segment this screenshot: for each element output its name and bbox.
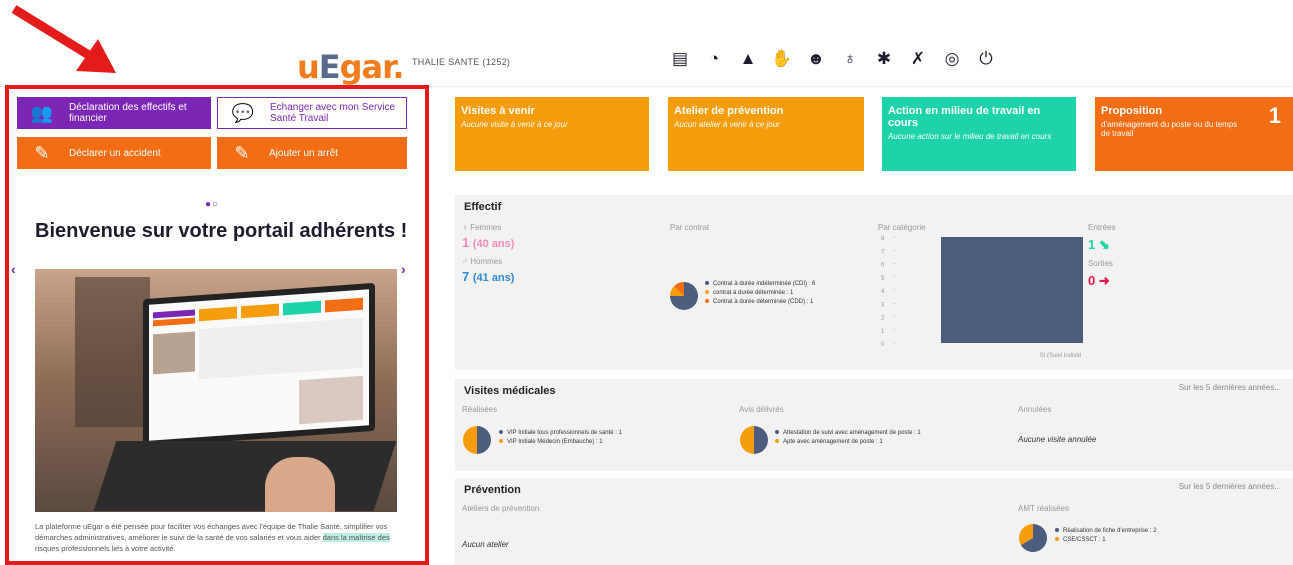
hand-icon[interactable]: ✋	[771, 49, 792, 69]
users-icon: 👥	[30, 102, 54, 123]
avis-label: Avis délivrés	[739, 405, 784, 414]
laptop-screen	[143, 282, 375, 448]
realisees-legend: VIP Initiale tous professionnels de sant…	[499, 429, 622, 447]
hands	[265, 457, 335, 512]
list-icon[interactable]: ▤	[670, 49, 690, 69]
y-tick-label: 8	[881, 236, 885, 242]
realisees-label: Réalisées	[462, 405, 498, 414]
stethoscope-icon[interactable]: ♁	[840, 49, 860, 69]
realisees-pie	[463, 426, 491, 454]
laptop-image	[35, 269, 397, 512]
carousel-next[interactable]: ›	[401, 261, 406, 277]
femmes-label: ♀ Femmes	[462, 223, 502, 232]
history-icon[interactable]: ◔	[704, 49, 724, 69]
sorties-value: 0 ➜	[1088, 273, 1110, 288]
contrat-legend: Contrat à durée indéterminée (CDI) : 6 co…	[705, 280, 815, 307]
x-tick-label: SI (Suivi Individ	[1040, 353, 1081, 359]
contrat-pie	[670, 282, 698, 310]
red-arrow-annotation	[11, 5, 116, 73]
ajouter-arret-button[interactable]: ✎ Ajouter un arrêt	[217, 137, 407, 169]
user-icon[interactable]: ◎	[942, 49, 962, 69]
y-tick-label: 5	[881, 276, 885, 282]
top-nav: ▤ ◔ ▲ ✋ ☻ ♁ ✱ ✗ ◎ ⏻	[670, 49, 996, 69]
y-tick-label: 6	[881, 263, 885, 269]
declaration-button[interactable]: 👥 Déclaration des effectifs et financier	[17, 97, 211, 129]
visites-section: Visites médicales Sur les 5 dernières an…	[455, 379, 1293, 471]
amt-label: AMT réalisées	[1018, 504, 1069, 513]
visites-more-link[interactable]: Sur les 5 dernières années...	[1179, 383, 1281, 392]
prevention-section: Prévention Sur les 5 dernières années...…	[455, 478, 1293, 565]
group-icon[interactable]: ☻	[806, 49, 826, 69]
chat-icon: 💬	[231, 102, 255, 123]
arrow-right-icon: ➜	[1098, 273, 1110, 288]
entrees-label: Entrées	[1088, 223, 1116, 232]
legend-item: Contrat à durée indéterminée (CDI) : 6	[705, 280, 815, 289]
sorties-label: Sorties	[1088, 259, 1113, 268]
amt-legend: Réalisation de fiche d'entreprise : 2 CS…	[1055, 527, 1157, 545]
laptop-keyboard	[93, 441, 397, 511]
annulees-empty: Aucune visite annulée	[1018, 435, 1097, 444]
effectif-section: Effectif ♀ Femmes 1 (40 ans) ♂ Hommes 7 …	[455, 195, 1293, 370]
entrees-value: 1 ⬊	[1088, 237, 1110, 252]
tile-atelier[interactable]: Atelier de prévention Aucun atelier à ve…	[668, 97, 864, 171]
y-tick-label: 0	[881, 342, 885, 348]
avis-legend: Attestation de suivi avec aménagement de…	[775, 429, 921, 447]
prevention-more-link[interactable]: Sur les 5 dernières années...	[1179, 482, 1281, 491]
hommes-label: ♂ Hommes	[462, 257, 503, 266]
hommes-value: 7 (41 ans)	[462, 269, 515, 284]
y-tick-label: 7	[881, 249, 885, 255]
y-tick-label: 2	[881, 316, 885, 322]
effectif-title: Effectif	[464, 201, 502, 213]
y-tick-label: 3	[881, 302, 885, 308]
y-tick-label: 1	[881, 329, 885, 335]
par-contrat-label: Par contrat	[670, 223, 710, 232]
amt-pie	[1019, 524, 1047, 552]
cone-icon[interactable]: ▲	[738, 49, 758, 69]
ateliers-empty: Aucun atelier	[462, 540, 509, 549]
ateliers-label: Ateliers de prévention	[462, 504, 540, 513]
tile-action-milieu[interactable]: Action en milieu de travail en cours Auc…	[882, 97, 1076, 171]
pencil-icon: ✎	[34, 142, 50, 163]
prevention-title: Prévention	[464, 484, 521, 496]
par-categorie-label: Par catégorie	[878, 223, 926, 232]
echanger-button[interactable]: 💬 Echanger avec mon Service Santé Travai…	[217, 97, 407, 129]
carousel-prev[interactable]: ‹	[11, 261, 16, 277]
legend-item: contrat à durée déterminée : 1	[705, 289, 815, 298]
no-wand-icon[interactable]: ✗	[908, 49, 928, 69]
declarer-accident-button[interactable]: ✎ Déclarer un accident	[17, 137, 211, 169]
left-panel: 👥 Déclaration des effectifs et financier…	[5, 85, 429, 565]
carousel-dots[interactable]: ●○	[205, 199, 219, 210]
welcome-title: Bienvenue sur votre portail adhérents !	[35, 220, 408, 242]
logo[interactable]: uEgar.	[297, 48, 405, 86]
arrow-down-right-icon: ⬊	[1098, 237, 1110, 252]
tile-proposition[interactable]: Proposition d'aménagement du poste ou du…	[1095, 97, 1293, 171]
visites-title: Visites médicales	[464, 385, 556, 397]
power-icon[interactable]: ⏻	[976, 49, 996, 69]
avis-pie	[740, 426, 768, 454]
annulees-label: Annulées	[1018, 405, 1052, 414]
description-text: La plateforme uEgar a été pensée pour fa…	[35, 522, 390, 553]
categorie-bar-chart: 8 7 6 5 4 3 2 1 0 SI (Suivi Individ	[881, 236, 1083, 359]
legend-item: Contrat à durée déterminée (CDD) : 1	[705, 298, 815, 307]
tile-visites[interactable]: Visites à venir Aucune visite à venir à …	[455, 97, 649, 171]
bar	[941, 237, 1083, 343]
gear-icon[interactable]: ✱	[874, 49, 894, 69]
company-name: THALIE SANTE (1252)	[412, 57, 511, 67]
femmes-value: 1 (40 ans)	[462, 235, 515, 250]
pencil-icon: ✎	[234, 142, 250, 163]
y-tick-label: 4	[881, 289, 885, 295]
